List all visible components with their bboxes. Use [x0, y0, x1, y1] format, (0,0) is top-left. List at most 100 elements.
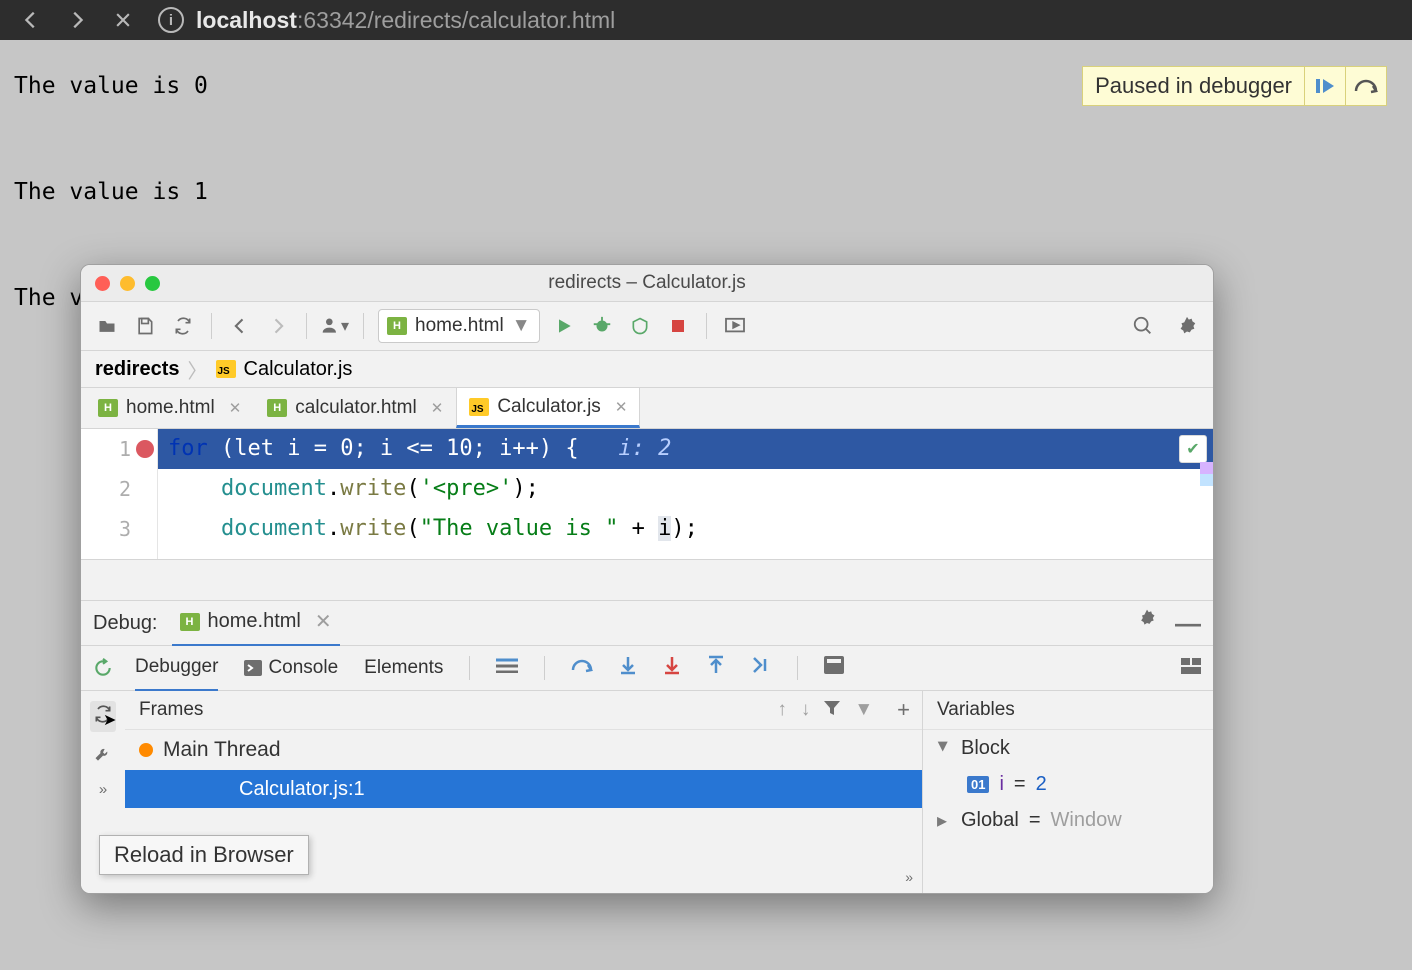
reload-in-browser-tooltip: Reload in Browser — [99, 835, 309, 875]
filter-icon[interactable] — [824, 699, 840, 721]
html-file-icon: H — [387, 317, 407, 335]
window-controls[interactable] — [81, 276, 160, 291]
variables-header: Variables — [923, 691, 1213, 730]
layout-icon[interactable] — [1181, 658, 1201, 679]
code-line-2[interactable]: document.write('<pre>'); — [158, 469, 1213, 509]
html-file-icon: H — [180, 613, 200, 631]
open-icon[interactable] — [93, 312, 121, 340]
window-title: redirects – Calculator.js — [548, 272, 745, 294]
scrollbar-marker — [1200, 462, 1213, 474]
add-icon[interactable]: + — [897, 697, 910, 723]
expand-icon[interactable]: » — [905, 869, 913, 885]
js-file-icon: JS — [469, 398, 489, 416]
variable-scope-global[interactable]: ▸Global = Window — [923, 802, 1213, 839]
step-into-icon[interactable] — [619, 655, 637, 681]
run-target-icon[interactable] — [721, 312, 749, 340]
close-tab-icon[interactable]: ✕ — [315, 609, 332, 634]
js-file-icon: JS — [216, 360, 236, 378]
url-host: localhost — [196, 7, 297, 33]
scrollbar-marker — [1200, 474, 1213, 486]
tab-calculator-js[interactable]: JS Calculator.js ✕ — [456, 388, 640, 428]
frame-up-icon[interactable]: ↑ — [777, 699, 787, 721]
variable-scope-block[interactable]: ▸Block — [923, 730, 1213, 767]
stack-frame-selected[interactable]: Calculator.js:1 — [125, 770, 922, 808]
code-line-3[interactable]: document.write("The value is " + i); — [158, 509, 1213, 549]
rerun-icon[interactable] — [81, 646, 125, 690]
gear-icon[interactable] — [1173, 312, 1201, 340]
variable-i[interactable]: 01i = 2 — [923, 767, 1213, 802]
chevron-down-icon[interactable]: ▼ — [854, 699, 873, 721]
run-to-cursor-icon[interactable] — [751, 655, 771, 681]
line-number[interactable]: 3 — [81, 509, 157, 549]
console-tab[interactable]: Console — [244, 646, 338, 690]
sync-icon[interactable] — [169, 312, 197, 340]
step-out-icon[interactable] — [707, 655, 725, 681]
gear-icon[interactable] — [1137, 608, 1157, 639]
run-icon[interactable] — [550, 312, 578, 340]
stop-run-icon[interactable] — [664, 312, 692, 340]
close-tab-icon[interactable]: ✕ — [431, 399, 444, 417]
tool-window-splitter[interactable] — [81, 560, 1213, 601]
code-area[interactable]: for (let i = 0; i <= 10; i++) { i: 2 doc… — [158, 429, 1213, 559]
inspection-ok-icon[interactable]: ✔ — [1179, 435, 1207, 463]
coverage-icon[interactable] — [626, 312, 654, 340]
back-icon[interactable] — [20, 9, 42, 31]
evaluate-icon[interactable] — [824, 656, 844, 680]
ide-window: redirects – Calculator.js ▾ H home.html … — [80, 264, 1214, 894]
forward-icon[interactable] — [66, 9, 88, 31]
tab-label: Calculator.js — [497, 396, 601, 418]
search-icon[interactable] — [1129, 312, 1157, 340]
editor-tabs: Hhome.html ✕ Hcalculator.html ✕ JS Calculat… — [81, 388, 1213, 429]
thread-status-icon — [139, 743, 153, 757]
tab-calculator-html[interactable]: Hcalculator.html ✕ — [254, 388, 456, 428]
url-path: :63342/redirects/calculator.html — [297, 7, 615, 33]
pause-label: Paused in debugger — [1083, 73, 1304, 99]
stop-icon[interactable] — [112, 9, 134, 31]
more-icon[interactable]: » — [99, 781, 107, 798]
minimize-panel-icon[interactable]: — — [1175, 608, 1201, 639]
run-config-label: home.html — [415, 315, 504, 337]
code-editor[interactable]: 1 2 3 for (let i = 0; i <= 10; i++) { i:… — [81, 429, 1213, 560]
tab-label: calculator.html — [295, 397, 416, 419]
info-icon[interactable]: i — [158, 7, 184, 33]
zoom-window-icon[interactable] — [145, 276, 160, 291]
debug-icon[interactable] — [588, 312, 616, 340]
address-bar[interactable]: i localhost:63342/redirects/calculator.h… — [158, 7, 615, 34]
close-tab-icon[interactable]: ✕ — [615, 398, 628, 416]
debug-session-tab[interactable]: H home.html ✕ — [172, 600, 340, 647]
save-icon[interactable] — [131, 312, 159, 340]
line-number[interactable]: 1 — [81, 429, 157, 469]
close-tab-icon[interactable]: ✕ — [229, 399, 242, 417]
minimize-window-icon[interactable] — [120, 276, 135, 291]
nav-forward-icon[interactable] — [264, 312, 292, 340]
tab-label: home.html — [126, 397, 215, 419]
breadcrumb-root[interactable]: redirects — [95, 358, 180, 381]
breadcrumb-file[interactable]: Calculator.js — [244, 358, 353, 381]
run-config-dropdown[interactable]: H home.html ▼ — [378, 309, 540, 343]
nav-back-icon[interactable] — [226, 312, 254, 340]
wrench-icon[interactable] — [93, 744, 113, 769]
thread-row[interactable]: Main Thread — [125, 730, 922, 770]
resume-icon[interactable] — [1304, 67, 1345, 105]
breadcrumbs[interactable]: redirects 〉 JS Calculator.js — [81, 351, 1213, 388]
elements-tab[interactable]: Elements — [364, 646, 443, 690]
main-toolbar: ▾ H home.html ▼ — [81, 302, 1213, 351]
threads-icon[interactable] — [496, 657, 518, 679]
step-over-icon[interactable] — [1345, 67, 1386, 105]
reload-icon[interactable]: ➤ — [90, 701, 116, 732]
thread-name: Main Thread — [163, 738, 281, 762]
step-over-icon[interactable] — [571, 656, 593, 680]
paused-in-debugger-banner: Paused in debugger — [1082, 66, 1387, 106]
force-step-into-icon[interactable] — [663, 655, 681, 681]
html-file-icon: H — [267, 399, 287, 417]
html-file-icon: H — [98, 399, 118, 417]
user-icon[interactable]: ▾ — [321, 312, 349, 340]
debugger-tab[interactable]: Debugger — [135, 645, 218, 692]
tab-home-html[interactable]: Hhome.html ✕ — [85, 388, 254, 428]
code-line-1[interactable]: for (let i = 0; i <= 10; i++) { i: 2 — [158, 429, 1213, 469]
line-number[interactable]: 2 — [81, 469, 157, 509]
close-window-icon[interactable] — [95, 276, 110, 291]
frame-down-icon[interactable]: ↓ — [801, 699, 811, 721]
window-titlebar[interactable]: redirects – Calculator.js — [81, 265, 1213, 302]
editor-gutter[interactable]: 1 2 3 — [81, 429, 158, 559]
